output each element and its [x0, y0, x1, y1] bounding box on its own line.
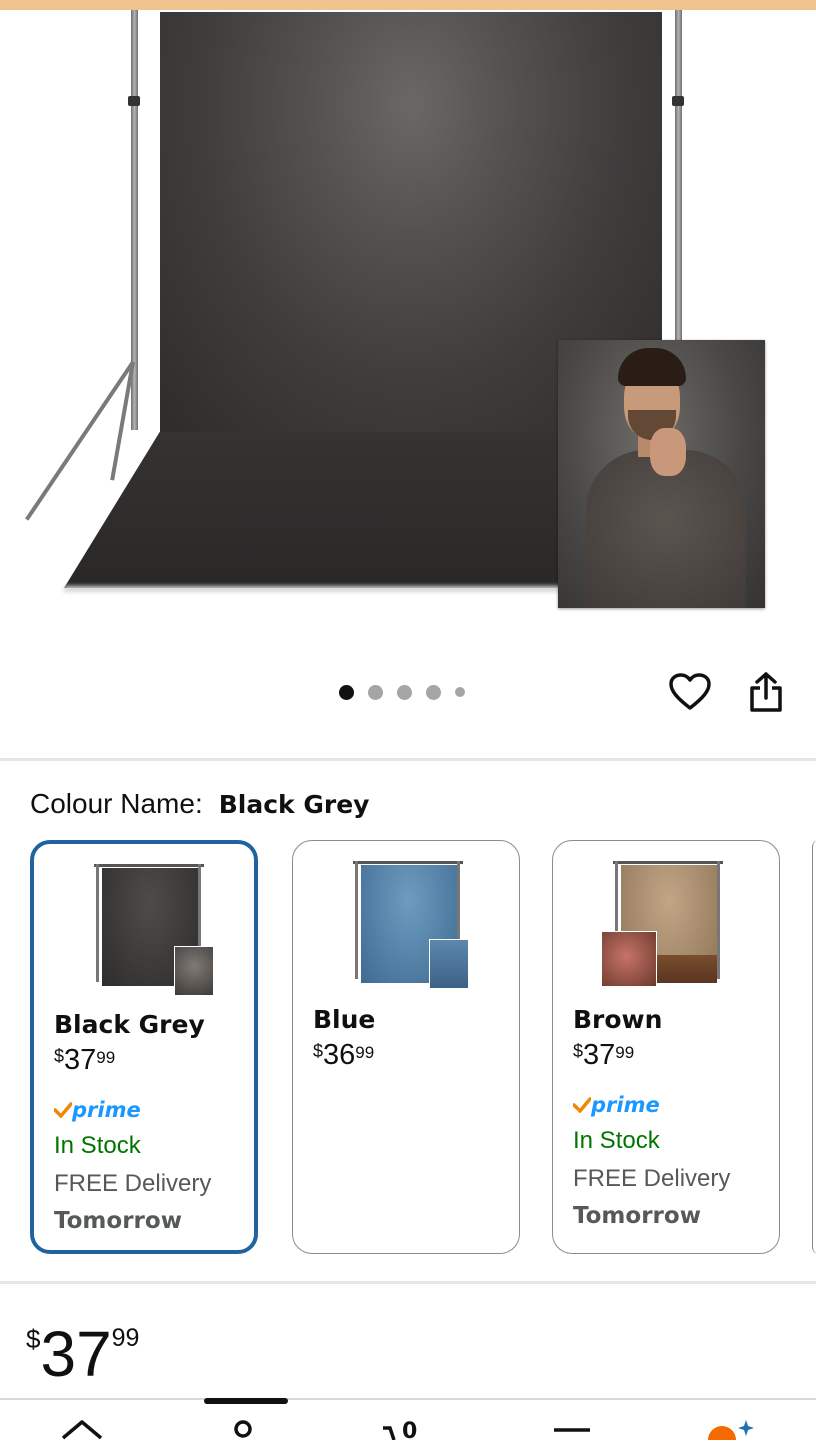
- thumb-inset: [174, 946, 214, 996]
- delivery-text: FREE Delivery: [54, 1170, 212, 1197]
- home-icon: [61, 1420, 103, 1440]
- share-icon: [750, 672, 782, 712]
- price-whole: 36: [323, 1039, 356, 1071]
- pole-clip-right: [672, 96, 684, 106]
- price-symbol: $: [573, 1041, 584, 1061]
- top-banner-strip: [0, 0, 816, 10]
- delivery-day: Tomorrow: [573, 1203, 701, 1229]
- thumb-inset: [601, 931, 657, 987]
- image-carousel-dots[interactable]: [339, 684, 479, 700]
- prime-check-icon: [54, 1102, 72, 1118]
- thumb-bar: [353, 861, 463, 864]
- swatch-thumbnail: [343, 855, 473, 993]
- main-price: $ 37 99: [26, 1318, 139, 1390]
- colour-name-value: Black Grey: [218, 790, 370, 819]
- swatch-brown[interactable]: Brown $3799 prime In Stock FREE Delivery…: [552, 840, 780, 1254]
- swatch-name: Brown: [573, 1005, 663, 1034]
- price-fraction: 99: [96, 1048, 116, 1067]
- swatch-thumbnail: [84, 858, 214, 996]
- favorite-button[interactable]: [666, 668, 714, 716]
- swatch-price: $3799: [573, 1039, 634, 1072]
- prime-badge: prime: [54, 1098, 141, 1122]
- prime-label: prime: [591, 1093, 660, 1117]
- swatch-price: $3699: [313, 1039, 374, 1072]
- share-button[interactable]: [744, 668, 788, 716]
- heart-icon: [669, 673, 711, 710]
- price-symbol: $: [313, 1041, 324, 1061]
- portrait-hair: [618, 348, 686, 386]
- carousel-dot[interactable]: [339, 684, 354, 700]
- thumb-pole: [717, 861, 720, 979]
- price-whole: 37: [40, 1318, 112, 1390]
- swatch-name: Blue: [313, 1005, 376, 1034]
- stock-status: In Stock: [573, 1127, 660, 1154]
- thumb-pole: [355, 861, 358, 979]
- swatch-blue[interactable]: Blue $3699: [292, 840, 520, 1254]
- delivery-text: FREE Delivery: [573, 1165, 731, 1192]
- prime-label: prime: [72, 1098, 141, 1122]
- carousel-dot[interactable]: [455, 687, 465, 697]
- rufus-icon: [708, 1420, 754, 1444]
- thumb-pole: [96, 864, 99, 982]
- price-fraction: 99: [355, 1043, 375, 1062]
- product-image[interactable]: [0, 10, 816, 650]
- colour-name-label: Colour Name:: [30, 788, 203, 819]
- stock-status: In Stock: [54, 1132, 141, 1159]
- pole-clip-left: [128, 96, 140, 106]
- thumb-bar: [613, 861, 723, 864]
- menu-icon: [554, 1428, 590, 1432]
- active-tab-indicator: [204, 1398, 288, 1404]
- section-divider: [0, 758, 816, 761]
- swatch-thumbnail: [601, 855, 733, 993]
- price-whole: 37: [64, 1044, 97, 1076]
- portrait-hand: [650, 428, 686, 476]
- colour-name-row: Colour Name: Black Grey: [30, 788, 369, 820]
- profile-icon: [234, 1420, 252, 1438]
- cart-icon: 0: [383, 1419, 417, 1444]
- price-fraction: 99: [111, 1324, 140, 1352]
- price-symbol: $: [26, 1324, 41, 1354]
- portrait-inset: [558, 340, 765, 608]
- carousel-dot[interactable]: [426, 684, 441, 700]
- price-fraction: 99: [615, 1043, 635, 1062]
- svg-text:0: 0: [402, 1419, 417, 1440]
- thumb-inset: [429, 939, 469, 989]
- swatch-black-grey[interactable]: Black Grey $3799 prime In Stock FREE Del…: [30, 840, 258, 1254]
- price-symbol: $: [54, 1046, 65, 1066]
- stand-pole-right: [675, 10, 682, 340]
- swatch-next-partial[interactable]: [812, 840, 816, 1254]
- price-whole: 37: [583, 1039, 616, 1071]
- section-divider: [0, 1281, 816, 1284]
- thumb-bar: [94, 864, 204, 867]
- swatch-price: $3799: [54, 1044, 115, 1077]
- carousel-dot[interactable]: [397, 684, 412, 700]
- floor-shadow: [64, 586, 564, 592]
- carousel-dot[interactable]: [368, 684, 383, 700]
- prime-check-icon: [573, 1097, 591, 1113]
- prime-badge: prime: [573, 1093, 660, 1117]
- swatch-name: Black Grey: [54, 1010, 205, 1039]
- delivery-day: Tomorrow: [54, 1208, 182, 1234]
